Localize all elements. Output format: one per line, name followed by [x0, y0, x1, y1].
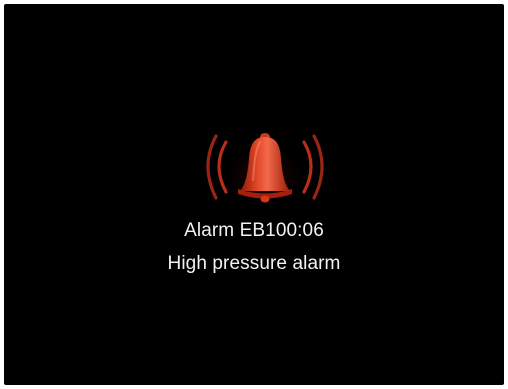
alarm-bell-icon	[202, 128, 328, 206]
alarm-screen: Alarm EB100:06 High pressure alarm	[4, 4, 504, 385]
alarm-code-label: Alarm EB100:06	[184, 220, 324, 241]
alarm-description: High pressure alarm	[167, 253, 341, 274]
